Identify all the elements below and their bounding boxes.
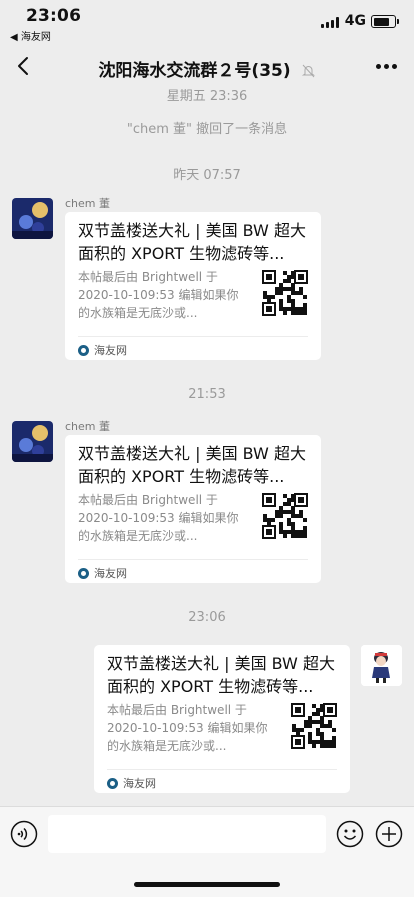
- timestamp: 21:53: [188, 387, 226, 402]
- status-bar: 23:06 ◀ 海友网 4G: [0, 0, 414, 44]
- emoji-icon[interactable]: [336, 820, 364, 848]
- link-card[interactable]: 双节盖楼送大礼 | 美国 BW 超大面积的 XPORT 生物滤砖等... 本帖最…: [94, 645, 350, 793]
- bell-off-icon: [301, 64, 315, 78]
- chat-title-text: 沈阳海水交流群２号(35): [98, 61, 291, 81]
- avatar[interactable]: [12, 198, 53, 239]
- link-card[interactable]: 双节盖楼送大礼 | 美国 BW 超大面积的 XPORT 生物滤砖等... 本帖最…: [65, 212, 321, 360]
- qr-code-thumbnail: [262, 270, 308, 316]
- card-description: 本帖最后由 Brightwell 于 2020-10-109:53 编辑如果你的…: [107, 703, 268, 753]
- card-description: 本帖最后由 Brightwell 于 2020-10-109:53 编辑如果你的…: [78, 493, 239, 543]
- card-source: 海友网: [78, 565, 127, 581]
- divider: [107, 769, 337, 770]
- card-source-name: 海友网: [94, 567, 127, 580]
- link-card[interactable]: 双节盖楼送大礼 | 美国 BW 超大面积的 XPORT 生物滤砖等... 本帖最…: [65, 435, 321, 583]
- qr-code-thumbnail: [291, 703, 337, 749]
- card-title: 双节盖楼送大礼 | 美国 BW 超大面积的 XPORT 生物滤砖等...: [78, 444, 306, 486]
- avatar[interactable]: [361, 645, 402, 686]
- site-logo-icon: [107, 777, 118, 789]
- qr-code-thumbnail: [262, 493, 308, 539]
- message-input[interactable]: [48, 815, 326, 853]
- timestamp: 23:06: [188, 610, 226, 625]
- card-title: 双节盖楼送大礼 | 美国 BW 超大面积的 XPORT 生物滤砖等...: [78, 221, 306, 263]
- battery-icon: [371, 15, 399, 28]
- chat-header: 沈阳海水交流群２号(35): [0, 44, 414, 90]
- avatar[interactable]: [12, 421, 53, 462]
- recall-notice: "chem 董" 撤回了一条消息: [126, 122, 288, 137]
- card-source: 海友网: [78, 342, 127, 358]
- divider: [78, 559, 308, 560]
- chat-title[interactable]: 沈阳海水交流群２号(35): [60, 56, 354, 81]
- back-to-app-link[interactable]: ◀ 海友网: [10, 28, 51, 43]
- card-description: 本帖最后由 Brightwell 于 2020-10-109:53 编辑如果你的…: [78, 270, 239, 320]
- divider: [78, 336, 308, 337]
- card-source-name: 海友网: [94, 344, 127, 357]
- card-title: 双节盖楼送大礼 | 美国 BW 超大面积的 XPORT 生物滤砖等...: [107, 654, 335, 696]
- more-dots-icon[interactable]: [376, 64, 398, 70]
- card-source: 海友网: [107, 775, 156, 791]
- card-source-name: 海友网: [123, 777, 156, 790]
- site-logo-icon: [78, 567, 89, 579]
- plus-icon[interactable]: [375, 820, 403, 848]
- status-time: 23:06: [26, 6, 82, 26]
- home-indicator[interactable]: [134, 882, 280, 887]
- site-logo-icon: [78, 344, 89, 356]
- timestamp: 昨天 07:57: [173, 168, 241, 183]
- timestamp: 星期五 23:36: [166, 89, 248, 104]
- signal-icon: [321, 17, 339, 28]
- voice-icon[interactable]: [10, 820, 38, 848]
- chevron-left-icon[interactable]: [12, 53, 36, 79]
- network-type: 4G: [344, 13, 366, 29]
- sender-name: chem 董: [65, 197, 110, 210]
- sender-name: chem 董: [65, 420, 110, 433]
